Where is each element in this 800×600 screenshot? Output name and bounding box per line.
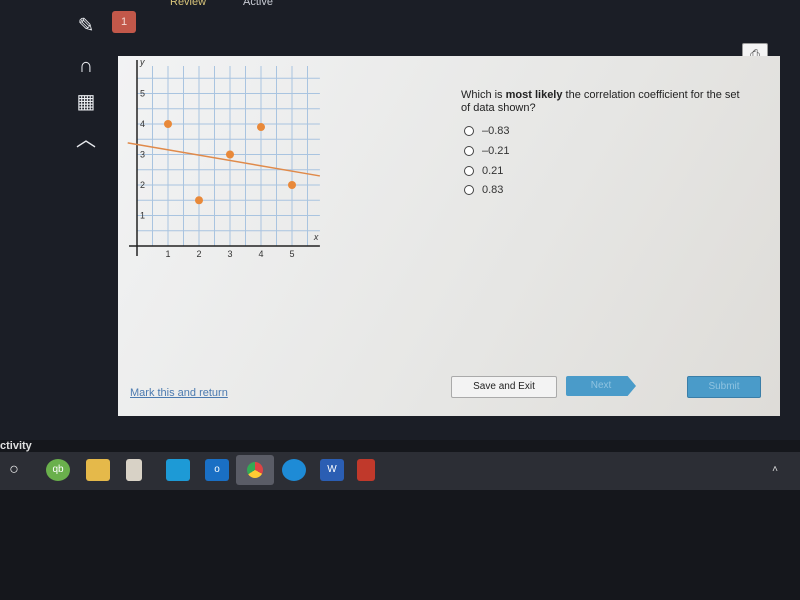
data-point bbox=[257, 123, 265, 132]
x-tick-label: 2 bbox=[196, 249, 201, 259]
save-and-exit-button[interactable]: Save and Exit bbox=[451, 376, 557, 398]
option-label: –0.83 bbox=[482, 125, 510, 137]
acrobat-icon[interactable] bbox=[357, 459, 375, 481]
option-4[interactable]: 0.83 bbox=[464, 184, 503, 196]
tray-chevron-icon[interactable]: ˄ bbox=[763, 459, 787, 481]
data-point bbox=[164, 120, 172, 128]
y-axis-label: y bbox=[139, 57, 145, 67]
data-point bbox=[195, 196, 203, 205]
option-label: –0.21 bbox=[482, 145, 510, 157]
quickbooks-icon[interactable]: qb bbox=[46, 459, 70, 481]
x-tick-label: 3 bbox=[227, 249, 232, 259]
y-tick-label: 2 bbox=[140, 180, 145, 190]
data-point bbox=[226, 150, 234, 159]
option-2[interactable]: –0.21 bbox=[464, 145, 510, 157]
y-tick-label: 4 bbox=[140, 119, 145, 129]
title-fragment: Review bbox=[170, 0, 207, 8]
y-tick-label: 1 bbox=[140, 211, 145, 221]
mark-and-return-link[interactable]: Mark this and return bbox=[130, 387, 228, 399]
question-number-badge[interactable]: 1 bbox=[112, 11, 136, 33]
radio-button[interactable] bbox=[464, 185, 474, 195]
scatter-chart: 1 2 3 4 5 1 2 3 4 5 x y bbox=[127, 57, 321, 259]
calculator-icon[interactable]: ▦ bbox=[72, 88, 100, 116]
x-tick-label: 4 bbox=[258, 249, 263, 259]
collapse-icon[interactable]: ︿ bbox=[72, 126, 100, 154]
option-label: 0.83 bbox=[482, 184, 504, 196]
option-label: 0.21 bbox=[482, 165, 504, 177]
y-tick-label: 5 bbox=[140, 89, 145, 99]
x-axis-label: x bbox=[313, 232, 319, 242]
data-point bbox=[288, 181, 296, 189]
option-1[interactable]: –0.83 bbox=[464, 125, 510, 137]
word-icon[interactable]: W bbox=[320, 459, 344, 481]
activity-label: ctivity bbox=[0, 440, 32, 452]
radio-button[interactable] bbox=[464, 146, 474, 156]
submit-button[interactable]: Submit bbox=[687, 376, 761, 398]
radio-button[interactable] bbox=[464, 166, 474, 176]
edge-icon[interactable] bbox=[282, 459, 306, 481]
x-tick-label: 1 bbox=[165, 249, 170, 259]
screen: Review Active 1 ✎ ∩ ▦ ︿ ⎙ 1234512345xy W… bbox=[0, 0, 800, 440]
status-label: Active bbox=[243, 0, 273, 8]
chrome-icon[interactable] bbox=[236, 455, 274, 485]
y-tick-label: 3 bbox=[140, 150, 145, 160]
option-3[interactable]: 0.21 bbox=[464, 165, 503, 177]
file-explorer-icon[interactable] bbox=[86, 459, 110, 481]
cortana-icon[interactable]: ○ bbox=[2, 459, 26, 481]
x-tick-label: 5 bbox=[289, 249, 294, 259]
next-button[interactable]: Next bbox=[566, 376, 636, 396]
trend-line bbox=[127, 142, 321, 177]
radio-button[interactable] bbox=[464, 126, 474, 136]
question-panel: 1 2 3 4 5 1 2 3 4 5 x y Which is most likely the co… bbox=[118, 56, 780, 416]
app-icon[interactable] bbox=[166, 459, 190, 481]
headphones-icon[interactable]: ∩ bbox=[72, 52, 100, 80]
pencil-icon[interactable]: ✎ bbox=[72, 12, 100, 40]
onedrive-icon[interactable] bbox=[126, 459, 142, 481]
outlook-icon[interactable]: o bbox=[205, 459, 229, 481]
taskbar: ○ qb o W ˄ bbox=[0, 452, 800, 490]
question-text: Which is most likely the correlation coe… bbox=[461, 89, 740, 114]
